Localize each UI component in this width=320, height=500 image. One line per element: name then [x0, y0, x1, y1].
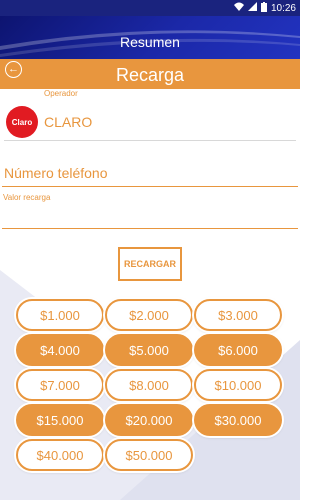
amount-button[interactable]: $20.000: [105, 404, 193, 436]
header-title: Resumen: [120, 34, 180, 50]
valor-recarga-field[interactable]: [2, 203, 298, 229]
amount-button[interactable]: $40.000: [16, 439, 104, 471]
phone-number-field[interactable]: Número teléfono: [2, 161, 298, 187]
phone-number-placeholder: Número teléfono: [4, 165, 108, 181]
amount-button[interactable]: $8.000: [105, 369, 193, 401]
claro-logo: Claro: [6, 106, 38, 138]
valor-recarga-label: Valor recarga: [3, 193, 51, 202]
battery-icon: [260, 1, 267, 15]
operator-selector[interactable]: Claro CLARO: [4, 103, 296, 141]
app-header: Resumen: [0, 16, 300, 59]
status-time: 10:26: [270, 2, 296, 14]
section-bar: ← Recarga: [0, 59, 300, 89]
operator-label: Operador: [44, 89, 78, 98]
amount-button[interactable]: $30.000: [194, 404, 282, 436]
operator-name: CLARO: [44, 114, 93, 130]
amount-button[interactable]: $6.000: [194, 334, 282, 366]
amount-button[interactable]: $50.000: [105, 439, 193, 471]
amount-button[interactable]: $3.000: [194, 299, 282, 331]
amount-button[interactable]: $1.000: [16, 299, 104, 331]
amount-button[interactable]: $15.000: [16, 404, 104, 436]
amount-button[interactable]: $2.000: [105, 299, 193, 331]
recargar-button[interactable]: RECARGAR: [118, 247, 182, 281]
amount-button[interactable]: $10.000: [194, 369, 282, 401]
status-bar: 10:26: [0, 0, 300, 16]
recarga-form: Operador Claro CLARO Número teléfono Val…: [0, 89, 300, 500]
amount-button[interactable]: $7.000: [16, 369, 104, 401]
amount-button[interactable]: $5.000: [105, 334, 193, 366]
amount-button[interactable]: $4.000: [16, 334, 104, 366]
signal-icon: [247, 2, 257, 14]
wifi-icon: [233, 2, 244, 14]
section-title: Recarga: [115, 65, 185, 85]
